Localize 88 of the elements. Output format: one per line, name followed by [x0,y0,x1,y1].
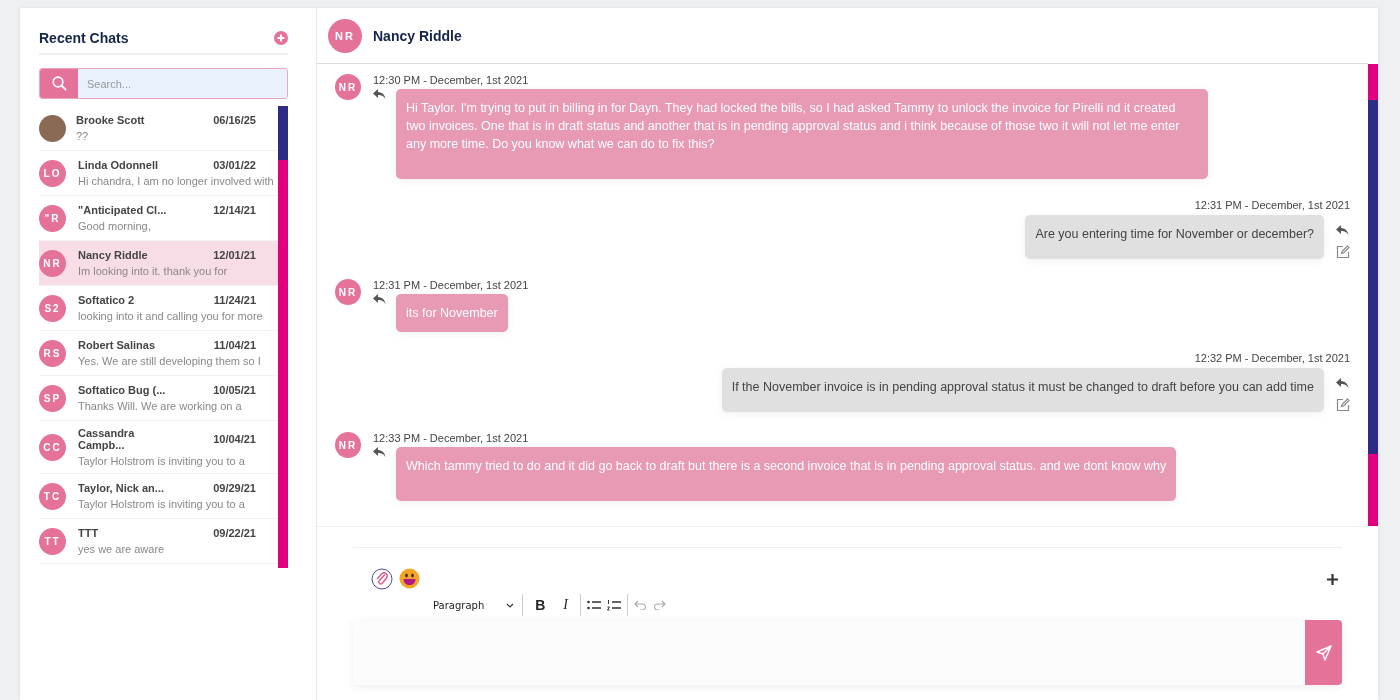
scrollbar[interactable] [278,106,288,568]
avatar-initials: NR [335,279,361,305]
contact-name: Brooke Scott [76,114,146,126]
sidebar-title: Recent Chats [39,28,129,46]
numbered-list-icon[interactable] [607,599,622,611]
message-timestamp: 12:31 PM - December, 1st 2021 [373,279,529,291]
edit-icon[interactable] [1336,245,1350,259]
avatar-photo [39,114,66,142]
message-preview: Im looking into it. thank you for [78,265,229,277]
reply-icon[interactable] [1336,225,1349,236]
reply-icon[interactable] [373,294,386,305]
chat-date: 09/29/21 [213,482,256,494]
scrollbar[interactable] [1368,64,1378,526]
contact-name: Linda Odonnell [78,159,160,171]
reply-icon[interactable] [373,89,386,100]
message-bubble: Which tammy tried to do and it did go back to draft but there is a second invoice that is in pending approval status. and we dont know why [396,447,1177,501]
contact-name: Softatico Bug (... [78,384,167,396]
message-preview: Good morning, [78,220,152,232]
message-timestamp: 12:32 PM - December, 1st 2021 [1194,352,1350,364]
avatar-initials: NR [39,249,66,277]
avatar-initials: NR [328,18,362,53]
message-preview: Taylor Holstrom is inviting you to a [78,498,246,510]
avatar-initials: S2 [39,294,66,322]
message-bubble: If the November invoice is in pending approval status it must be changed to draft before you can add time [721,368,1324,412]
message-timestamp: 12:31 PM - December, 1st 2021 [1194,199,1350,211]
send-icon [1315,644,1332,661]
bold-button[interactable]: B [529,597,552,613]
message-timestamp: 12:30 PM - December, 1st 2021 [373,74,530,86]
contact-name: Softatico 2 [78,294,136,306]
avatar-initials: RS [39,339,66,367]
reply-icon[interactable] [1336,378,1349,389]
chat-date: 06/16/25 [213,114,256,126]
caret-icon [506,602,515,608]
chat-date: 09/22/21 [213,527,256,539]
add-icon[interactable] [1327,573,1338,585]
chat-date: 11/24/21 [213,294,256,306]
chat-date: 12/14/21 [213,204,256,216]
contact-name: Nancy Riddle [78,249,149,261]
search-icon[interactable] [51,76,67,91]
contact-name: Robert Salinas [78,339,157,351]
chat-list-item[interactable]: RS Robert Salinas 11/04/21 Yes. We are still developing them so I [39,331,278,376]
contact-name: Cassandra Campb... [78,427,136,451]
message-input-field[interactable] [353,620,1305,685]
chat-date: 03/01/22 [213,159,256,171]
message-preview: ?? [76,130,90,142]
avatar-initials: "R [39,204,66,232]
edit-icon[interactable] [1336,398,1350,412]
chat-date: 10/04/21 [213,433,256,445]
avatar-initials: SP [39,384,66,412]
chat-list-item[interactable]: CC Cassandra Campb... 10/04/21 Taylor Holstrom is inviting you to a [39,421,278,474]
avatar-initials: CC [39,433,66,461]
chat-list-item[interactable]: SP Softatico Bug (... 10/05/21 Thanks Will. We are working on a [39,376,278,421]
avatar-initials: NR [335,432,361,458]
chat-list-item[interactable]: TC Taylor, Nick an... 09/29/21 Taylor Holstrom is inviting you to a [39,474,278,519]
reply-icon[interactable] [373,447,386,458]
avatar-initials: TC [39,482,66,510]
message-preview: Hi chandra, I am no longer involved with [78,175,275,187]
message-preview: yes we are aware [78,543,166,555]
avatar-initials: NR [335,74,361,100]
bullet-list-icon[interactable] [587,599,602,611]
chat-list-item[interactable]: NR Nancy Riddle 12/01/21 Im looking into it. thank you for [39,241,278,286]
contact-name: TTT [78,527,100,539]
paragraph-format-dropdown[interactable]: Paragraph [433,594,524,616]
avatar-initials: LO [39,159,66,187]
chat-list-item[interactable]: TT TTT 09/22/21 yes we are aware [39,519,278,564]
chat-list-item[interactable]: Brooke Scott 06/16/25 ?? [39,106,278,151]
italic-button[interactable]: I [557,597,575,613]
chat-date: 12/01/21 [213,249,256,261]
chat-list-item[interactable]: LO Linda Odonnell 03/01/22 Hi chandra, I am no longer involved with [39,151,278,196]
contact-name: Nancy Riddle [373,27,462,44]
message-bubble: Hi Taylor. I'm trying to put in billing in for Dayn. They had locked the bills, so I had asked Tammy to unlock the invoice for Pirelli nd it created two invoices. One that is in draft status and another that is in pending approval status and i think because of those two it will not let me enter any more time. Do you know what we can do to fix this? [396,89,1208,179]
chat-date: 10/05/21 [213,384,256,396]
chat-list-item[interactable]: S2 Softatico 2 11/24/21 looking into it and calling you for more [39,286,278,331]
message-preview: looking into it and calling you for more [78,310,264,322]
message-preview: Thanks Will. We are working on a [78,400,243,412]
message-preview: Taylor Holstrom is inviting you to a [78,455,246,467]
message-preview: Yes. We are still developing them so I [78,355,262,367]
contact-name: "Anticipated Cl... [78,204,168,216]
chat-date: 11/04/21 [213,339,256,351]
contact-name: Taylor, Nick an... [78,482,165,494]
paperclip-icon[interactable] [371,568,393,590]
message-timestamp: 12:33 PM - December, 1st 2021 [373,432,530,444]
message-bubble: its for November [396,294,508,332]
avatar-initials: TT [39,527,66,555]
message-bubble: Are you entering time for November or december? [1025,215,1324,259]
search-field[interactable]: Search... [39,68,288,99]
add-chat-icon[interactable] [274,30,288,45]
emoji-icon[interactable] [399,568,420,589]
